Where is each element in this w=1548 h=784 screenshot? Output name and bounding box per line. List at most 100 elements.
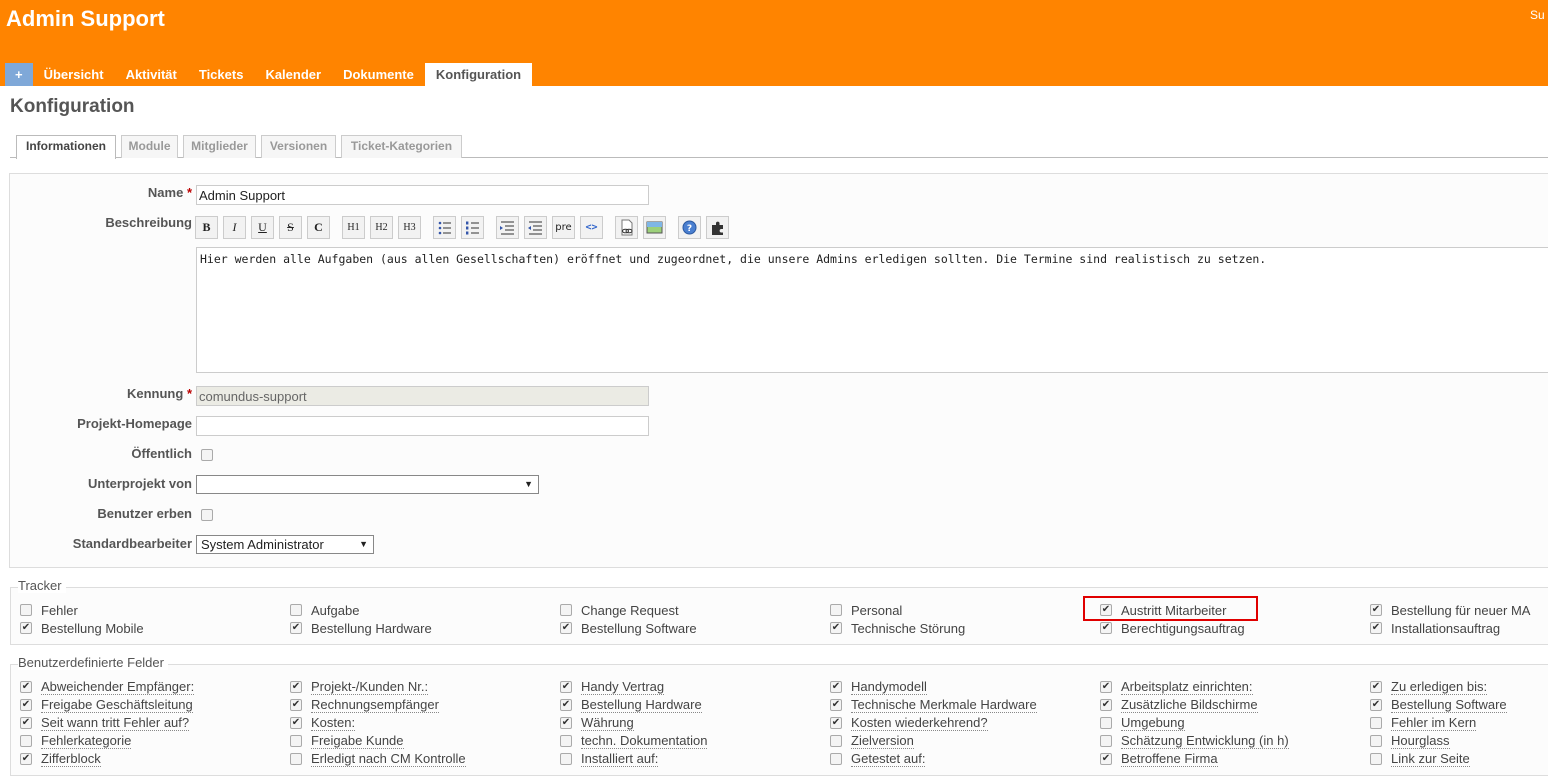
new-object-button[interactable]: + [5,63,33,86]
custom-field-checkbox[interactable]: ✔ [1370,699,1382,711]
custom-field-label: Erledigt nach CM Kontrolle [311,751,466,767]
custom-field-checkbox[interactable]: ✔ [830,717,842,729]
tracker-checkbox[interactable]: ✔ [560,622,572,634]
underline-button[interactable]: U [251,216,274,239]
heading3-button[interactable]: H3 [398,216,421,239]
heading1-button[interactable]: H1 [342,216,365,239]
custom-field-checkbox[interactable]: ✔ [20,717,32,729]
custom-field-checkbox[interactable]: ✔ [20,753,32,765]
menu-documents[interactable]: Dokumente [332,63,425,86]
tracker-label: Bestellung für neuer MA [1391,603,1531,618]
bold-button[interactable]: B [195,216,218,239]
custom-field-checkbox[interactable]: ✔ [560,699,572,711]
custom-field-checkbox[interactable]: ✔ [560,681,572,693]
project-title[interactable]: Admin Support [6,6,165,32]
image-icon [646,221,663,234]
parent-project-select[interactable]: ▼ [196,475,539,494]
tracker-checkbox[interactable] [20,604,32,616]
tab-module[interactable]: Module [121,135,178,158]
custom-field-label: Hourglass [1391,733,1450,749]
wiki-link-button[interactable] [615,216,638,239]
custom-field-checkbox[interactable]: ✔ [1100,699,1112,711]
name-input[interactable] [196,185,649,205]
public-checkbox[interactable] [201,449,213,461]
tab-ticket-kategorien[interactable]: Ticket-Kategorien [341,135,462,158]
identifier-label: Kennung * [126,386,192,401]
custom-field-checkbox[interactable]: ✔ [20,681,32,693]
tracker-checkbox[interactable] [290,604,302,616]
unquote-button[interactable] [524,216,547,239]
unordered-list-button[interactable] [433,216,456,239]
tracker-label: Change Request [581,603,679,618]
custom-field-label: Handymodell [851,679,927,695]
tracker-label: Technische Störung [851,621,966,636]
menu-calendar[interactable]: Kalender [254,63,332,86]
custom-field-label: Kosten wiederkehrend? [851,715,988,731]
tracker-checkbox[interactable]: ✔ [290,622,302,634]
custom-field-checkbox[interactable]: ✔ [290,681,302,693]
menu-configuration[interactable]: Konfiguration [424,63,533,86]
menu-tickets[interactable]: Tickets [188,63,255,86]
custom-field-checkbox[interactable] [1100,717,1112,729]
custom-field-checkbox[interactable] [1370,717,1382,729]
custom-field-checkbox[interactable]: ✔ [290,717,302,729]
custom-field-checkbox[interactable] [20,735,32,747]
custom-field-checkbox[interactable]: ✔ [830,699,842,711]
custom-field-label: Fehlerkategorie [41,733,132,749]
tracker-checkbox[interactable] [830,604,842,616]
custom-fields-legend: Benutzerdefinierte Felder [18,655,168,670]
custom-field-label: Bestellung Hardware [581,697,702,713]
custom-field-checkbox[interactable] [1370,753,1382,765]
tracker-checkbox[interactable] [560,604,572,616]
tab-mitglieder[interactable]: Mitglieder [183,135,256,158]
quote-button[interactable] [496,216,519,239]
custom-field-checkbox[interactable] [290,753,302,765]
help-button[interactable]: ? [678,216,701,239]
custom-field-checkbox[interactable] [560,753,572,765]
custom-field-checkbox[interactable]: ✔ [1100,681,1112,693]
description-textarea[interactable]: Hier werden alle Aufgaben (aus allen Ges… [196,247,1548,373]
custom-field-checkbox[interactable]: ✔ [20,699,32,711]
custom-field-checkbox[interactable] [1100,735,1112,747]
tracker-checkbox[interactable]: ✔ [20,622,32,634]
preformatted-button[interactable]: pre [552,216,575,239]
custom-field-checkbox[interactable] [1370,735,1382,747]
code-button[interactable]: C [307,216,330,239]
puzzle-icon [712,221,723,235]
parent-project-label: Unterprojekt von [87,476,192,491]
custom-field-label: Technische Merkmale Hardware [851,697,1037,713]
tab-informationen[interactable]: Informationen [16,135,116,159]
custom-field-checkbox[interactable]: ✔ [1100,753,1112,765]
custom-field-checkbox[interactable] [830,753,842,765]
custom-field-label: Zielversion [851,733,914,749]
custom-field-label: Handy Vertrag [581,679,665,695]
custom-field-checkbox[interactable]: ✔ [290,699,302,711]
tracker-checkbox[interactable]: ✔ [1370,622,1382,634]
inherit-members-checkbox[interactable] [201,509,213,521]
strike-button[interactable]: S [279,216,302,239]
image-button[interactable] [643,216,666,239]
custom-field-checkbox[interactable] [290,735,302,747]
tracker-label: Personal [851,603,903,618]
homepage-input[interactable] [196,416,649,436]
default-assignee-select[interactable]: System Administrator ▼ [196,535,374,554]
custom-field-checkbox[interactable] [560,735,572,747]
project-info-form: Name * Beschreibung B I U S C H1 H2 H3 [9,173,1548,568]
heading2-button[interactable]: H2 [370,216,393,239]
macro-button[interactable] [706,216,729,239]
tracker-checkbox[interactable]: ✔ [1370,604,1382,616]
code-highlight-button[interactable]: <> [580,216,603,239]
tracker-checkbox[interactable]: ✔ [830,622,842,634]
tracker-checkbox[interactable]: ✔ [1100,622,1112,634]
custom-field-checkbox[interactable] [830,735,842,747]
menu-activity[interactable]: Aktivität [115,63,188,86]
menu-overview[interactable]: Übersicht [33,63,115,86]
custom-field-checkbox[interactable]: ✔ [1370,681,1382,693]
tab-versionen[interactable]: Versionen [261,135,336,158]
custom-field-label: Betroffene Firma [1121,751,1218,767]
custom-field-checkbox[interactable]: ✔ [830,681,842,693]
ordered-list-button[interactable] [461,216,484,239]
main-menu: + Übersicht Aktivität Tickets Kalender D… [5,63,533,86]
italic-button[interactable]: I [223,216,246,239]
custom-field-checkbox[interactable]: ✔ [560,717,572,729]
